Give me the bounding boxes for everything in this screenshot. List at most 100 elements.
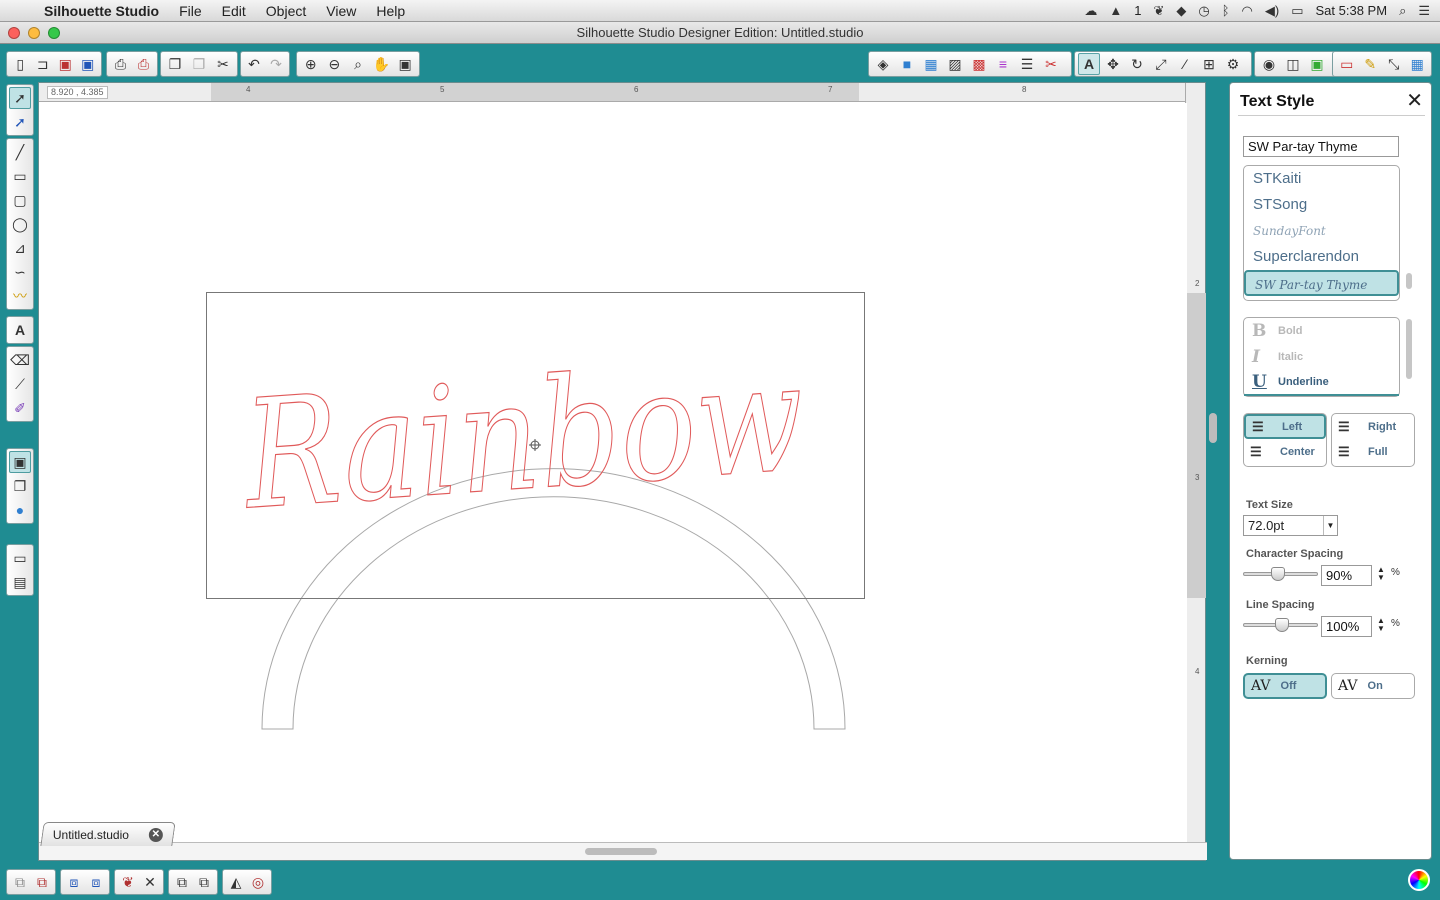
fullscreen-icon[interactable]: ⤡ [1383,53,1405,75]
silhouette-store-icon[interactable]: ● [9,499,31,521]
knife-tool-icon[interactable]: ⟋ [9,373,31,395]
save-to-library-icon[interactable]: ▣ [78,53,99,75]
vertical-scroll-thumb[interactable] [1209,413,1217,443]
open-folder-icon[interactable]: ⊐ [33,53,54,75]
grid-icon[interactable]: ▦ [1407,53,1429,75]
menu-file[interactable]: File [169,3,212,19]
align-center-button[interactable]: ☰ Center [1244,439,1326,464]
design-artwork[interactable]: Rainbow [39,103,1187,843]
undo-icon[interactable]: ↶ [244,53,264,75]
design-page-icon[interactable]: ▣ [9,451,31,473]
window-close-button[interactable] [8,27,20,39]
font-name-input[interactable] [1243,136,1399,157]
replicate-icon[interactable]: ⚙ [1222,53,1244,75]
zoom-in-icon[interactable]: ⊕ [300,53,322,75]
style-list-scrollbar[interactable] [1406,319,1412,379]
time-machine-icon[interactable]: ◷ [1198,3,1209,19]
kerning-on-button[interactable]: AV On [1331,673,1415,699]
fit-to-page-icon[interactable]: ▣ [394,53,416,75]
bold-style-option[interactable]: B Bold [1244,318,1399,344]
redo-icon[interactable]: ↷ [266,53,286,75]
copy-icon[interactable]: ❐ [164,53,186,75]
align-full-button[interactable]: ☰ Full [1332,439,1414,464]
window-zoom-button[interactable] [48,27,60,39]
send-to-back-icon[interactable]: ⧉ [194,871,214,893]
offset-icon[interactable]: ◉ [1258,53,1280,75]
save-icon[interactable]: ▣ [55,53,76,75]
evernote-icon[interactable]: ❦ [1153,3,1164,19]
document-tab[interactable]: Untitled.studio ✕ [40,822,176,846]
line-spacing-stepper[interactable]: ▲ ▼ [1377,617,1387,633]
zoom-selection-icon[interactable]: ⌕ [347,53,369,75]
cut-settings-icon[interactable]: ✂ [1040,53,1062,75]
line-spacing-slider[interactable] [1243,618,1318,632]
freehand-tool-icon[interactable]: 〰 [9,285,31,307]
fill-gradient-icon[interactable]: ■ [896,53,918,75]
line-color-icon[interactable]: ▨ [944,53,966,75]
library-icon[interactable]: ❐ [9,475,31,497]
transform-icon[interactable]: ✥ [1102,53,1124,75]
trace-icon[interactable]: ◫ [1282,53,1304,75]
cutting-mat-page[interactable]: Rainbow [39,103,1187,843]
creative-cloud-icon[interactable]: ☁ [1084,3,1097,19]
line-spacing-input[interactable] [1321,616,1372,637]
rectangle-tool-icon[interactable]: ▭ [9,165,31,187]
character-spacing-slider-handle[interactable] [1271,567,1285,581]
dropbox-icon[interactable]: ◆ [1176,3,1186,19]
polygon-tool-icon[interactable]: ⊿ [9,237,31,259]
edit-points-icon[interactable]: ➚ [9,111,31,133]
menu-object[interactable]: Object [256,3,316,19]
target-icon[interactable]: ◎ [248,871,268,893]
group-icon[interactable]: ⧉ [10,871,30,893]
rotate-icon[interactable]: ↻ [1126,53,1148,75]
modify-icon[interactable]: ▣ [1306,53,1328,75]
select-arrow-icon[interactable]: ➚ [9,87,31,109]
make-compound-path-icon[interactable]: ⧈ [64,871,84,893]
pan-hand-icon[interactable]: ✋ [371,53,393,75]
chevron-down-icon[interactable]: ▼ [1323,516,1337,535]
menu-app-name[interactable]: Silhouette Studio [40,3,169,19]
character-spacing-slider[interactable] [1243,567,1318,581]
line-tool-icon[interactable]: ╱ [9,141,31,163]
sketch-pen-icon[interactable]: ✎ [1360,53,1382,75]
font-list-scrollbar[interactable] [1406,273,1412,289]
font-list-item[interactable]: Superclarendon [1244,244,1399,270]
bluetooth-icon[interactable]: ᛒ [1222,3,1230,18]
panel-close-icon[interactable]: ✕ [1406,91,1423,111]
menu-clock[interactable]: Sat 5:38 PM [1316,3,1388,18]
rounded-rectangle-tool-icon[interactable]: ▢ [9,189,31,211]
align-icon[interactable]: ⊞ [1198,53,1220,75]
close-tab-icon[interactable]: ✕ [148,827,163,842]
eraser-tool-icon[interactable]: ⌫ [9,349,31,371]
kerning-off-button[interactable]: AV Off [1243,673,1327,699]
align-left-button[interactable]: ☰ Left [1244,414,1326,439]
text-size-select[interactable]: 72.0pt ▼ [1243,515,1338,536]
ungroup-icon[interactable]: ⧉ [32,871,52,893]
battery-icon[interactable]: ▭ [1291,3,1303,19]
font-list[interactable]: STKaiti STSong SundayFont Superclarendon… [1243,165,1400,301]
volume-icon[interactable]: ◀) [1265,3,1279,19]
text-style-icon[interactable]: A [1078,53,1100,75]
font-list-item[interactable]: STKaiti [1244,166,1399,192]
menu-edit[interactable]: Edit [212,3,256,19]
new-document-icon[interactable]: ▯ [10,53,31,75]
rainbow-text-object[interactable]: Rainbow [236,330,810,544]
line-dash-icon[interactable]: ☰ [1016,53,1038,75]
design-canvas[interactable]: 8.920 , 4.385 4 5 6 7 8 2 3 4 Rainbow [38,82,1207,861]
line-thickness-icon[interactable]: ≡ [992,53,1014,75]
font-list-item-selected[interactable]: SW Par-tay Thyme [1244,270,1399,296]
cut-scissors-icon[interactable]: ✂ [212,53,234,75]
curve-tool-icon[interactable]: ∽ [9,261,31,283]
wifi-icon[interactable]: ◠ [1242,3,1253,19]
fill-bucket-icon[interactable]: ◭ [226,871,246,893]
send-to-silhouette-icon[interactable]: ▭ [9,547,31,569]
shear-icon[interactable]: ⁄ [1174,53,1196,75]
character-spacing-stepper[interactable]: ▲ ▼ [1377,566,1387,582]
character-spacing-input[interactable] [1321,565,1372,586]
horizontal-scrollbar[interactable] [39,842,1207,860]
spotlight-search-icon[interactable]: ⌕ [1399,3,1406,19]
font-list-item[interactable]: SundayFont [1244,218,1399,244]
scale-icon[interactable]: ⤢ [1150,53,1172,75]
paste-icon[interactable]: ❐ [188,53,210,75]
italic-style-option[interactable]: I Italic [1244,344,1399,370]
